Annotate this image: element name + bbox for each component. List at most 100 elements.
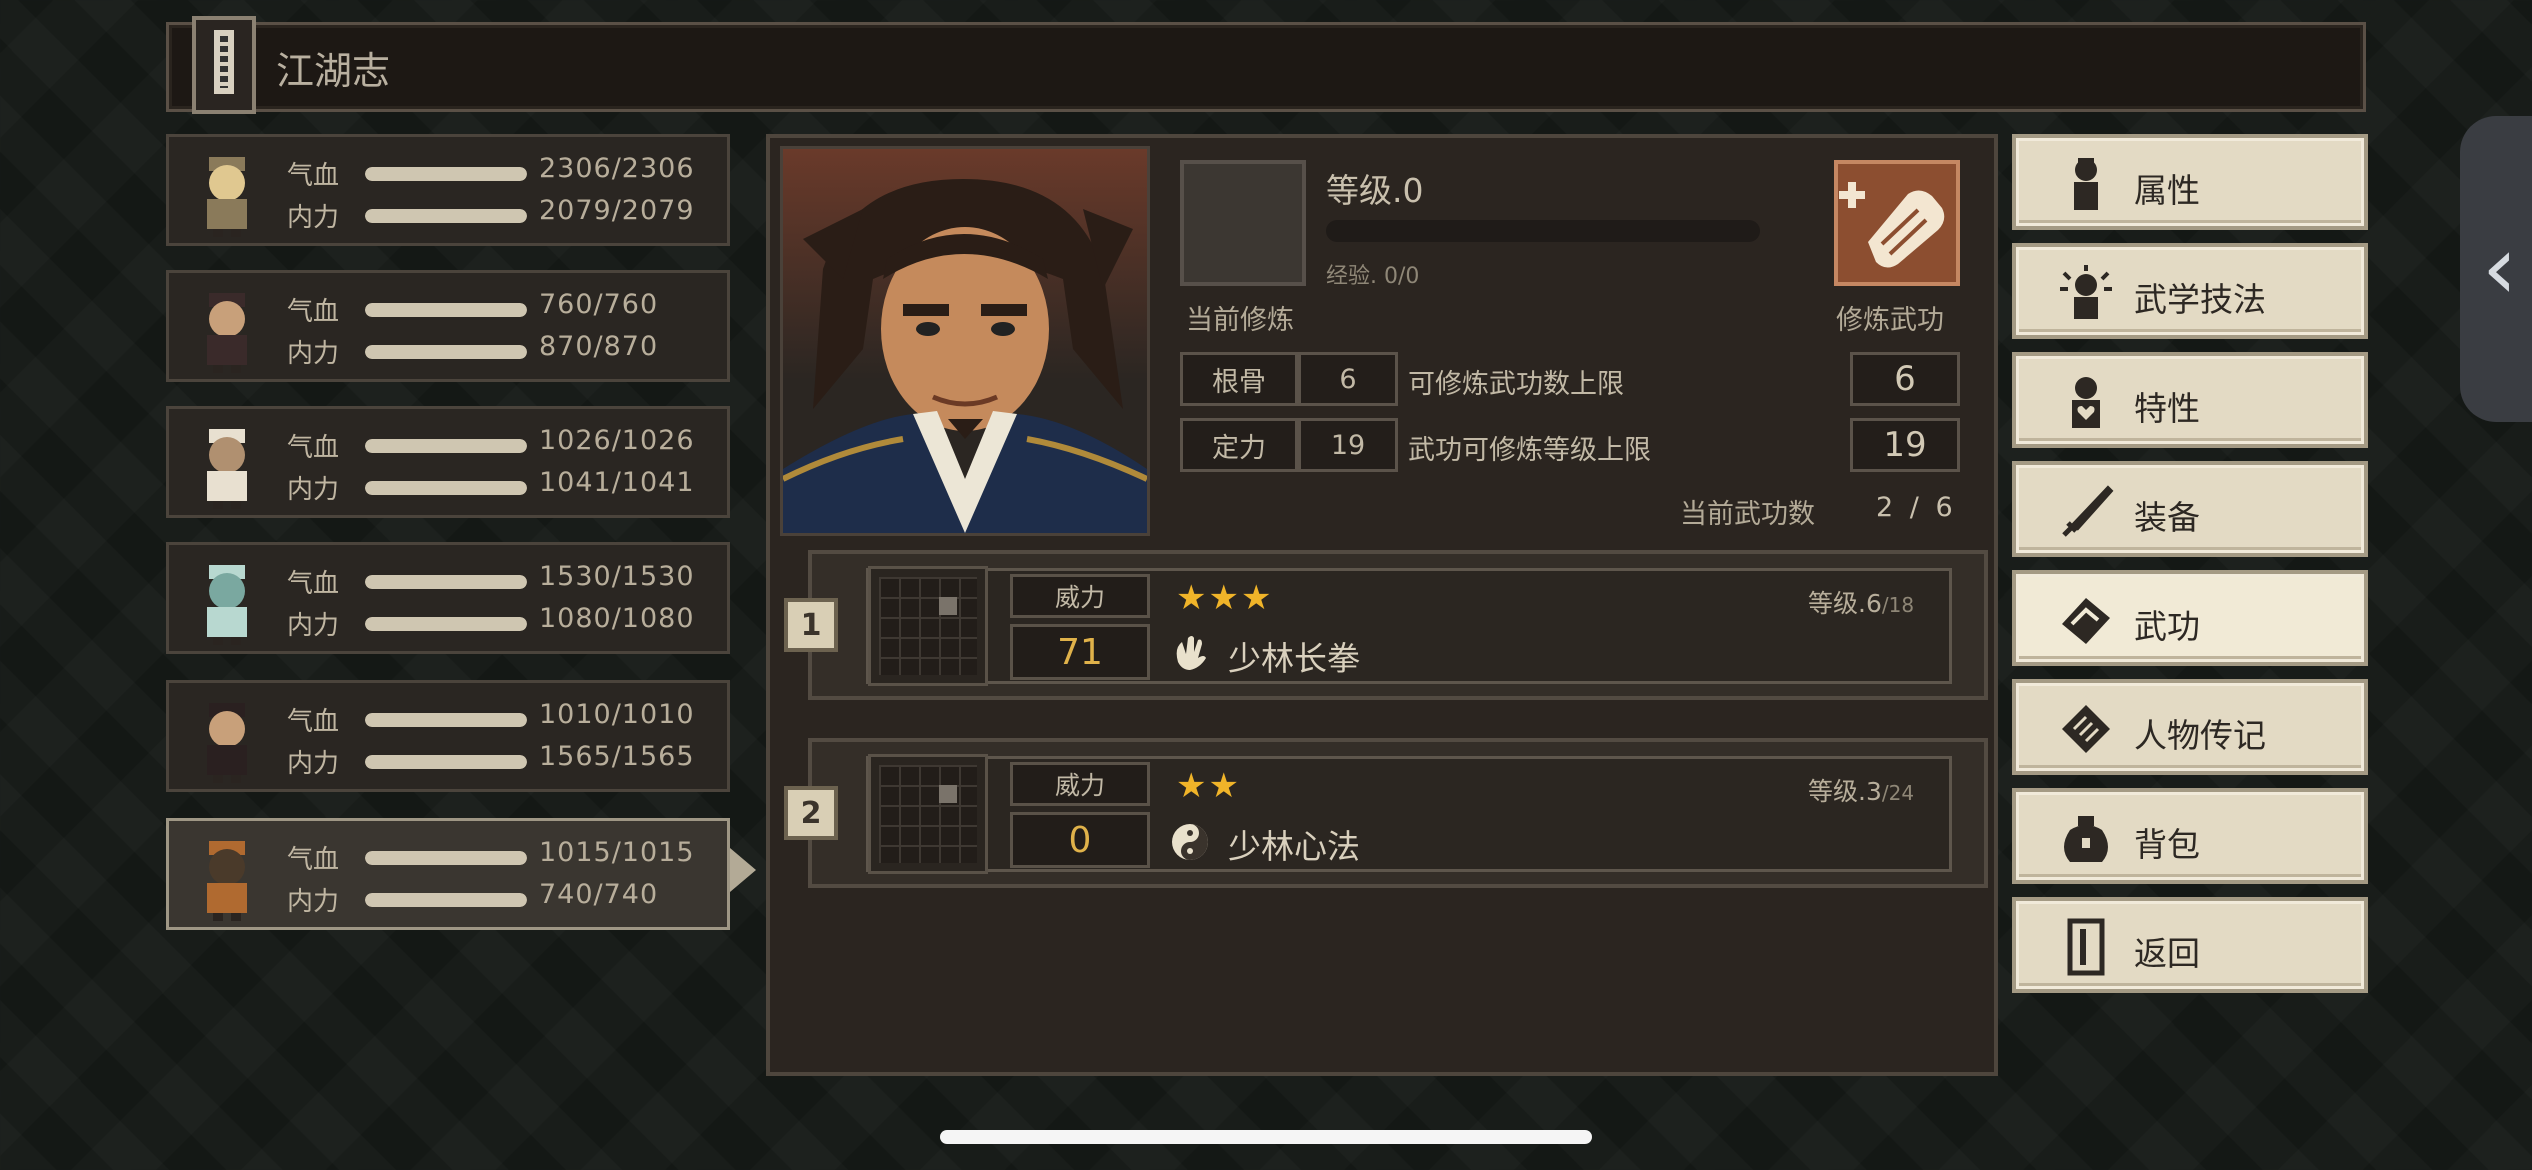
mp-value: 1041/1041	[539, 467, 695, 498]
character-avatar	[207, 703, 247, 783]
mp-value: 2079/2079	[539, 195, 695, 226]
menu-item-label: 武功	[2134, 607, 2200, 646]
skill-count-value: 2 / 6	[1876, 492, 1957, 523]
power-label: 威力	[1010, 574, 1150, 618]
hp-bar	[365, 713, 527, 727]
hp-bar	[365, 575, 527, 589]
menu-item-7[interactable]: 背包	[2012, 788, 2368, 884]
hp-label: 气血	[287, 297, 340, 327]
stat-row-focus: 定力 19 武功可修炼等级上限 19	[1180, 418, 1960, 472]
skill-level: 等级.3/24	[1808, 772, 1914, 808]
stat-row-bone: 根骨 6 可修炼武功数上限 6	[1180, 352, 1960, 406]
hp-bar	[365, 851, 527, 865]
character-portrait	[780, 146, 1150, 536]
stat-description: 可修炼武功数上限	[1408, 369, 1624, 400]
mp-label: 内力	[287, 475, 340, 505]
aura-figure-icon	[2060, 265, 2112, 319]
skill-slot-number: 2	[784, 786, 838, 840]
cultivation-level: 等级.0	[1326, 171, 1424, 210]
menu-item-4[interactable]: 装备	[2012, 461, 2368, 557]
character-avatar	[207, 565, 247, 645]
character-card[interactable]: 气血 1026/1026 内力 1041/1041	[166, 406, 730, 518]
plus-book-icon	[1839, 182, 1945, 268]
hp-value: 1530/1530	[539, 561, 695, 592]
menu-item-label: 返回	[2134, 934, 2200, 973]
mp-label: 内力	[287, 887, 340, 917]
title-bar	[166, 22, 2366, 112]
mp-bar	[365, 755, 527, 769]
hp-value: 1015/1015	[539, 837, 695, 868]
experience-text: 经验. 0/0	[1326, 264, 1420, 289]
hp-bar	[365, 439, 527, 453]
current-cultivation-slot[interactable]	[1180, 160, 1306, 286]
menu-item-label: 特性	[2134, 389, 2200, 428]
side-drawer-handle[interactable]: ‹	[2460, 116, 2532, 422]
character-card[interactable]: 气血 2306/2306 内力 2079/2079	[166, 134, 730, 246]
mp-bar	[365, 209, 527, 223]
hp-value: 1026/1026	[539, 425, 695, 456]
skill-slot-number: 1	[784, 598, 838, 652]
menu-item-5[interactable]: 武功	[2012, 570, 2368, 666]
character-card[interactable]: 气血 760/760 内力 870/870	[166, 270, 730, 382]
train-skill-button[interactable]	[1834, 160, 1960, 286]
page-title: 江湖志	[276, 49, 391, 93]
skill-level-current: 等级.6	[1808, 589, 1882, 618]
skill-count-label: 当前武功数	[1680, 499, 1815, 530]
journal-book-icon	[192, 16, 256, 114]
hp-bar	[365, 303, 527, 317]
sword-icon	[2062, 485, 2114, 537]
menu-item-label: 装备	[2134, 498, 2200, 537]
mp-label: 内力	[287, 611, 340, 641]
character-avatar	[207, 293, 247, 373]
menu-item-label: 背包	[2134, 825, 2200, 864]
stat-value: 6	[1298, 352, 1398, 406]
bag-icon	[2064, 816, 2108, 862]
power-value: 0	[1010, 812, 1150, 868]
character-card[interactable]: 气血 1015/1015 内力 740/740	[166, 818, 730, 930]
stat-name: 定力	[1180, 418, 1298, 472]
skill-level-max: /24	[1881, 781, 1915, 805]
biography-book-icon	[2062, 705, 2110, 753]
character-avatar	[207, 841, 247, 921]
experience-bar	[1326, 220, 1760, 242]
menu-item-6[interactable]: 人物传记	[2012, 679, 2368, 775]
hp-bar	[365, 167, 527, 181]
character-avatar	[207, 157, 247, 237]
mp-value: 1080/1080	[539, 603, 695, 634]
hp-value: 2306/2306	[539, 153, 695, 184]
stat-cap: 6	[1850, 352, 1960, 406]
menu-item-8[interactable]: 返回	[2012, 897, 2368, 993]
skill-name: 少林心法	[1228, 827, 1360, 866]
mp-bar	[365, 617, 527, 631]
skill-stars: ★★★	[1176, 578, 1274, 618]
hp-label: 气血	[287, 161, 340, 191]
mp-label: 内力	[287, 203, 340, 233]
menu-item-label: 属性	[2134, 171, 2200, 210]
mp-value: 870/870	[539, 331, 659, 362]
character-card[interactable]: 气血 1010/1010 内力 1565/1565	[166, 680, 730, 792]
door-icon	[2067, 918, 2105, 976]
mp-bar	[365, 481, 527, 495]
menu-item-1[interactable]: 属性	[2012, 134, 2368, 230]
menu-item-3[interactable]: 特性	[2012, 352, 2368, 448]
hp-label: 气血	[287, 433, 340, 463]
current-cultivation-label: 当前修炼	[1186, 305, 1294, 336]
character-avatar	[207, 429, 247, 509]
menu-item-2[interactable]: 武学技法	[2012, 243, 2368, 339]
mp-label: 内力	[287, 749, 340, 779]
yin-yang-icon	[1172, 824, 1208, 860]
skill-level-max: /18	[1881, 593, 1915, 617]
stat-name: 根骨	[1180, 352, 1298, 406]
character-card[interactable]: 气血 1530/1530 内力 1080/1080	[166, 542, 730, 654]
skill-grid-icon	[868, 566, 988, 686]
home-indicator[interactable]	[940, 1130, 1592, 1144]
skill-level-current: 等级.3	[1808, 777, 1882, 806]
mp-label: 内力	[287, 339, 340, 369]
mp-value: 740/740	[539, 879, 659, 910]
hp-label: 气血	[287, 845, 340, 875]
heart-figure-icon	[2072, 377, 2100, 428]
power-value: 71	[1010, 624, 1150, 680]
scroll-book-icon	[2062, 598, 2110, 644]
mp-bar	[365, 893, 527, 907]
stat-description: 武功可修炼等级上限	[1408, 435, 1651, 466]
